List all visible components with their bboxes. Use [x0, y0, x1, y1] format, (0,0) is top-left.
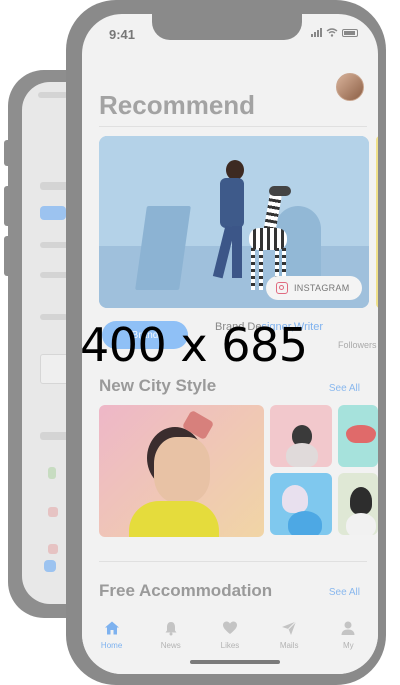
tab-mails[interactable]: Mails	[263, 620, 315, 674]
avatar[interactable]	[336, 73, 364, 101]
see-all-free-accommodation-link[interactable]: See All	[329, 587, 360, 598]
city-style-photo[interactable]	[338, 405, 378, 467]
dimensions-overlay-text: 400 x 685	[80, 318, 308, 372]
tab-likes[interactable]: Likes	[204, 620, 256, 674]
paper-plane-icon	[282, 621, 297, 635]
tab-label: My	[343, 641, 354, 650]
home-indicator[interactable]	[190, 660, 280, 664]
status-icons	[311, 28, 358, 37]
tab-label: Likes	[220, 641, 240, 650]
phone-side-button	[4, 186, 12, 226]
tab-bar: Home News Likes Mails My	[82, 610, 378, 674]
battery-icon	[342, 28, 358, 37]
section-title-new-city-style: New City Style	[99, 376, 217, 395]
instagram-icon	[276, 282, 288, 294]
city-style-photo[interactable]	[338, 473, 378, 535]
city-style-photo-large[interactable]	[99, 405, 264, 537]
next-card-peek[interactable]	[376, 136, 378, 308]
city-style-photo[interactable]	[270, 405, 332, 467]
tab-news[interactable]: News	[145, 620, 197, 674]
see-all-new-city-link[interactable]: See All	[329, 383, 360, 394]
city-style-photo[interactable]	[270, 473, 332, 535]
instagram-button[interactable]: INSTAGRAM	[266, 276, 362, 300]
home-icon	[104, 621, 119, 635]
phone-side-button	[4, 236, 12, 276]
section-title-free-accommodation: Free Accommodation	[99, 581, 273, 600]
page-title: Recommend	[99, 90, 256, 120]
app-mockup-stage: 9:41 Recommend INSTAGRAM Brand Brand Des…	[0, 0, 400, 685]
divider	[99, 561, 367, 562]
bell-icon	[165, 622, 177, 636]
signal-icon	[311, 28, 322, 37]
tab-home[interactable]: Home	[86, 620, 138, 674]
wifi-icon	[326, 28, 338, 37]
status-time: 9:41	[109, 27, 136, 42]
person-icon	[341, 621, 355, 635]
heart-icon	[222, 621, 237, 634]
tab-label: Mails	[279, 641, 299, 650]
divider	[99, 126, 367, 127]
phone-notch	[152, 14, 302, 40]
instagram-label: INSTAGRAM	[294, 283, 350, 293]
phone-side-button	[4, 140, 12, 166]
tab-my[interactable]: My	[322, 620, 374, 674]
followers-label: Followers	[338, 340, 377, 350]
tab-label: News	[160, 641, 181, 650]
tab-label: Home	[100, 641, 123, 650]
